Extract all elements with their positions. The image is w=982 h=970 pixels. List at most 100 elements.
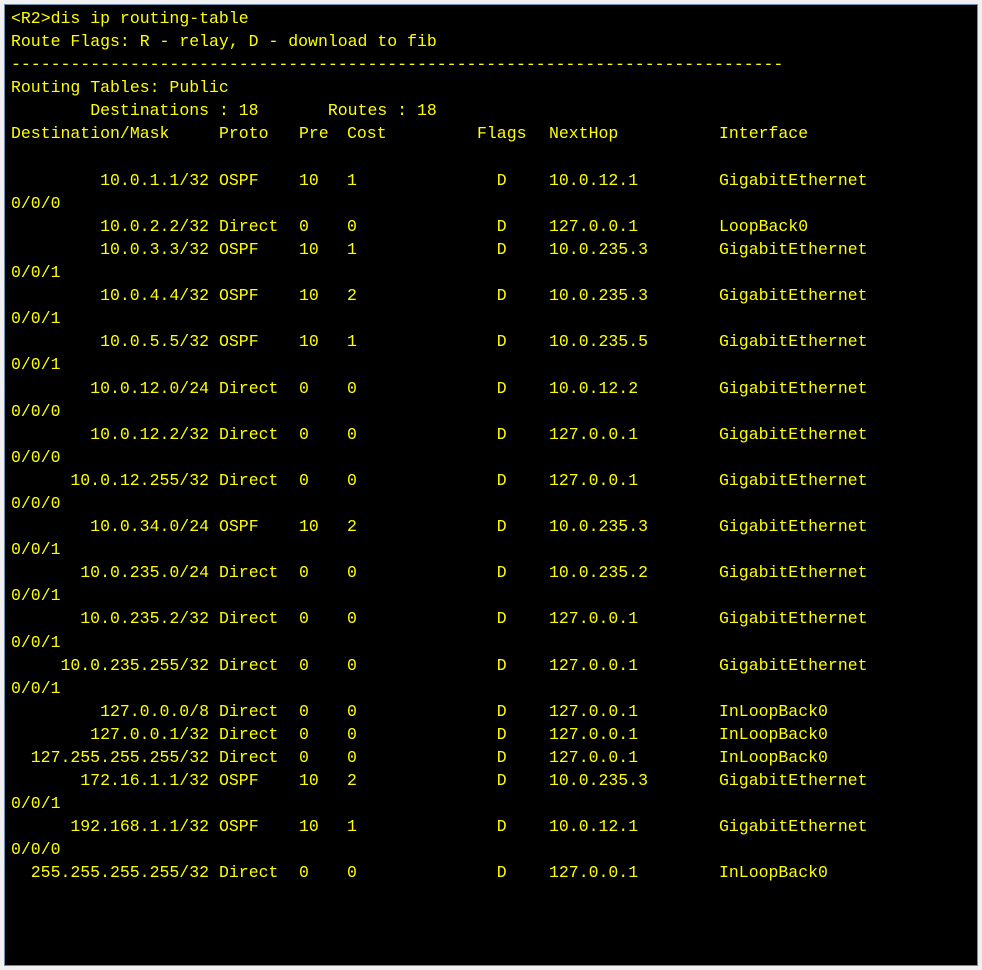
cell-destination: 127.0.0.1/32: [11, 723, 219, 746]
interface-wrap-line: 0/0/0: [11, 838, 971, 861]
col-proto: Proto: [219, 122, 299, 145]
cell-interface: InLoopBack0: [719, 746, 971, 769]
cell-interface: GigabitEthernet: [719, 769, 971, 792]
interface-wrap-line: 0/0/1: [11, 353, 971, 376]
cell-interface: LoopBack0: [719, 215, 971, 238]
route-row: 10.0.5.5/32OSPF101 D10.0.235.5GigabitEth…: [11, 330, 971, 353]
route-row: 192.168.1.1/32OSPF101 D10.0.12.1GigabitE…: [11, 815, 971, 838]
route-row: 10.0.1.1/32OSPF101 D10.0.12.1GigabitEthe…: [11, 169, 971, 192]
cell-interface: InLoopBack0: [719, 723, 971, 746]
cell-flags: D: [477, 654, 549, 677]
cell-proto: Direct: [219, 607, 299, 630]
cell-nexthop: 10.0.12.2: [549, 377, 719, 400]
cell-interface: GigabitEthernet: [719, 815, 971, 838]
route-row: 10.0.3.3/32OSPF101 D10.0.235.3GigabitEth…: [11, 238, 971, 261]
cell-cost: 0: [347, 561, 477, 584]
prompt: <R2>: [11, 9, 51, 28]
cell-proto: Direct: [219, 746, 299, 769]
cell-cost: 1: [347, 169, 477, 192]
cell-pre: 10: [299, 515, 347, 538]
cell-cost: 0: [347, 215, 477, 238]
cell-nexthop: 127.0.0.1: [549, 723, 719, 746]
cell-pre: 0: [299, 423, 347, 446]
cell-cost: 2: [347, 769, 477, 792]
cell-destination: 10.0.12.2/32: [11, 423, 219, 446]
route-row: 10.0.34.0/24OSPF102 D10.0.235.3GigabitEt…: [11, 515, 971, 538]
cell-nexthop: 127.0.0.1: [549, 861, 719, 884]
cell-interface: InLoopBack0: [719, 861, 971, 884]
cell-proto: Direct: [219, 723, 299, 746]
col-nexthop: NextHop: [549, 122, 719, 145]
cell-flags: D: [477, 700, 549, 723]
cell-nexthop: 127.0.0.1: [549, 469, 719, 492]
routing-table-body: 10.0.1.1/32OSPF101 D10.0.12.1GigabitEthe…: [11, 169, 971, 885]
cell-pre: 10: [299, 815, 347, 838]
terminal-window[interactable]: <R2>dis ip routing-table Route Flags: R …: [4, 4, 978, 966]
cell-interface: GigabitEthernet: [719, 169, 971, 192]
cell-proto: OSPF: [219, 284, 299, 307]
cell-pre: 10: [299, 238, 347, 261]
route-row: 172.16.1.1/32OSPF102 D10.0.235.3GigabitE…: [11, 769, 971, 792]
cell-nexthop: 10.0.235.3: [549, 238, 719, 261]
cell-destination: 127.0.0.0/8: [11, 700, 219, 723]
cell-interface: GigabitEthernet: [719, 469, 971, 492]
cell-destination: 255.255.255.255/32: [11, 861, 219, 884]
cell-destination: 10.0.34.0/24: [11, 515, 219, 538]
cell-cost: 0: [347, 654, 477, 677]
cell-flags: D: [477, 423, 549, 446]
cell-proto: OSPF: [219, 330, 299, 353]
cell-nexthop: 127.0.0.1: [549, 746, 719, 769]
cell-interface: GigabitEthernet: [719, 561, 971, 584]
col-pre: Pre: [299, 122, 347, 145]
cell-destination: 10.0.2.2/32: [11, 215, 219, 238]
cell-flags: D: [477, 515, 549, 538]
interface-wrap-line: 0/0/1: [11, 584, 971, 607]
route-row: 10.0.12.2/32Direct00 D127.0.0.1GigabitEt…: [11, 423, 971, 446]
cell-cost: 0: [347, 469, 477, 492]
cell-cost: 0: [347, 423, 477, 446]
cell-flags: D: [477, 169, 549, 192]
cell-destination: 10.0.12.0/24: [11, 377, 219, 400]
destinations-count: Destinations : 18: [90, 101, 258, 120]
cell-proto: Direct: [219, 377, 299, 400]
command-text: dis ip routing-table: [51, 9, 249, 28]
cell-interface: GigabitEthernet: [719, 423, 971, 446]
interface-wrap-line: 0/0/1: [11, 307, 971, 330]
cell-pre: 0: [299, 215, 347, 238]
interface-wrap-line: 0/0/0: [11, 492, 971, 515]
cell-interface: GigabitEthernet: [719, 654, 971, 677]
cell-cost: 2: [347, 284, 477, 307]
cell-proto: OSPF: [219, 238, 299, 261]
cell-flags: D: [477, 723, 549, 746]
header-row: Destination/MaskProtoPreCostFlagsNextHop…: [11, 122, 971, 145]
cell-nexthop: 10.0.235.5: [549, 330, 719, 353]
cell-cost: 0: [347, 700, 477, 723]
route-row: 10.0.235.255/32Direct00 D127.0.0.1Gigabi…: [11, 654, 971, 677]
cell-nexthop: 127.0.0.1: [549, 654, 719, 677]
cell-destination: 10.0.12.255/32: [11, 469, 219, 492]
cell-proto: Direct: [219, 700, 299, 723]
cell-nexthop: 127.0.0.1: [549, 700, 719, 723]
col-dest: Destination/Mask: [11, 122, 219, 145]
cell-cost: 1: [347, 330, 477, 353]
cell-nexthop: 127.0.0.1: [549, 423, 719, 446]
cell-proto: Direct: [219, 861, 299, 884]
cell-cost: 0: [347, 607, 477, 630]
cell-pre: 0: [299, 377, 347, 400]
cell-nexthop: 127.0.0.1: [549, 215, 719, 238]
cell-flags: D: [477, 769, 549, 792]
cell-cost: 0: [347, 377, 477, 400]
interface-wrap-line: 0/0/0: [11, 400, 971, 423]
cell-flags: D: [477, 815, 549, 838]
cell-proto: Direct: [219, 423, 299, 446]
cell-cost: 1: [347, 238, 477, 261]
route-flags-line: Route Flags: R - relay, D - download to …: [11, 32, 437, 51]
table-title: Routing Tables: Public: [11, 78, 229, 97]
cell-destination: 10.0.235.2/32: [11, 607, 219, 630]
route-row: 127.0.0.0/8Direct00 D127.0.0.1InLoopBack…: [11, 700, 971, 723]
cell-interface: GigabitEthernet: [719, 330, 971, 353]
interface-wrap-line: 0/0/0: [11, 446, 971, 469]
cell-interface: InLoopBack0: [719, 700, 971, 723]
route-row: 10.0.235.2/32Direct00 D127.0.0.1GigabitE…: [11, 607, 971, 630]
cell-proto: Direct: [219, 215, 299, 238]
